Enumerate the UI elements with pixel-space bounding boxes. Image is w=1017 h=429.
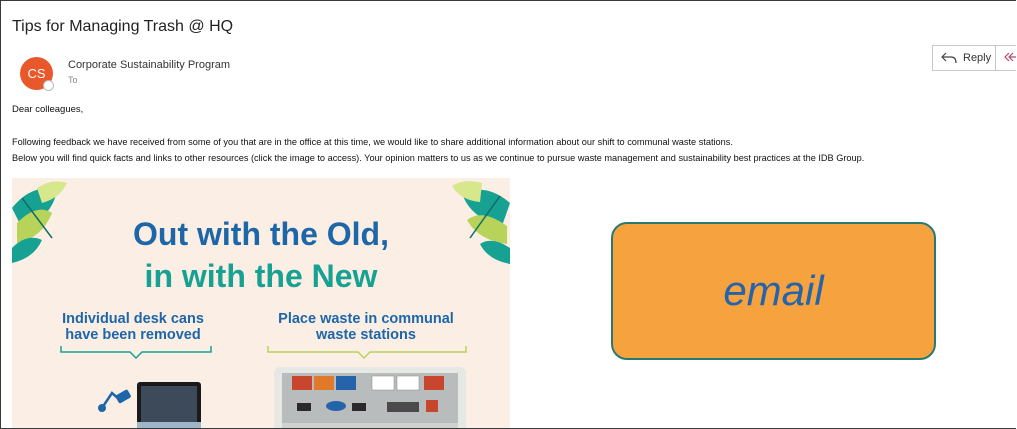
sender-name[interactable]: Corporate Sustainability Program: [68, 59, 230, 71]
poster-headline-line-1: Out with the Old,: [133, 216, 389, 252]
email-overlay-label: email: [611, 222, 936, 360]
sender-avatar[interactable]: CS: [20, 57, 54, 91]
reply-all-arrow-icon: [1004, 52, 1016, 62]
poster-headline-line-2: in with the New: [144, 258, 378, 294]
email-paragraph-2: Below you will find quick facts and link…: [12, 153, 865, 163]
presence-status-icon: [43, 80, 54, 91]
reply-label: Reply: [963, 52, 992, 64]
poster-caption-right-line-1: Place waste in communal: [278, 311, 454, 327]
waste-station-illustration: [274, 367, 466, 428]
desk-monitor-illustration: [98, 382, 201, 428]
email-subject: Tips for Managing Trash @ HQ: [12, 18, 234, 35]
poster-caption-left-line-2: have been removed: [65, 327, 201, 343]
message-actions: Reply: [932, 45, 1016, 71]
poster-caption-right: Place waste in communal waste stations: [266, 311, 466, 343]
email-greeting: Dear colleagues,: [12, 104, 84, 115]
poster-caption-left-line-1: Individual desk cans: [62, 311, 204, 327]
reply-arrow-icon: [941, 52, 957, 64]
recipient-to-label: To: [68, 75, 78, 85]
caption-bracket-right: [267, 346, 467, 360]
caption-bracket-left: [60, 346, 212, 360]
reply-all-button[interactable]: [996, 45, 1016, 71]
poster-caption-left: Individual desk cans have been removed: [48, 311, 218, 343]
poster-image-link[interactable]: Out with the Old, in with the New Indivi…: [12, 178, 510, 428]
email-overlay-text: email: [723, 267, 824, 314]
avatar-initials: CS: [27, 66, 46, 81]
email-window: Tips for Managing Trash @ HQ CS Corporat…: [0, 0, 1016, 429]
reply-button[interactable]: Reply: [932, 45, 996, 71]
poster-caption-right-line-2: waste stations: [316, 327, 416, 343]
email-paragraph-1: Following feedback we have received from…: [12, 137, 733, 147]
